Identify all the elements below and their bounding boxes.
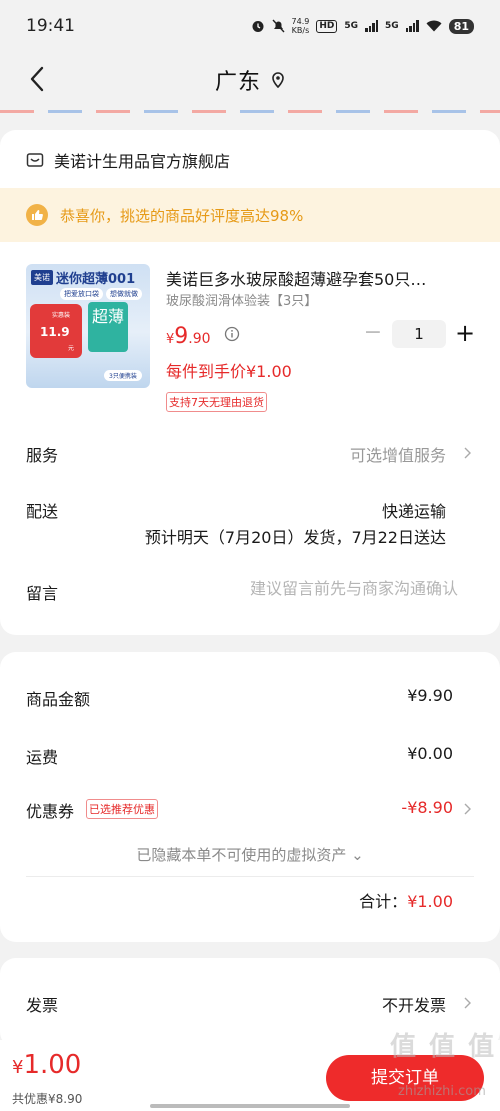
quantity-value[interactable]: 1 <box>392 320 446 348</box>
thumbs-up-icon <box>26 204 48 226</box>
net-speed-unit: KB/s <box>291 26 310 35</box>
shipping-label: 运费 <box>26 748 59 767</box>
invoice-value[interactable]: 不开发票 <box>382 992 446 1016</box>
nav-bar: 广东 <box>0 52 500 108</box>
product-image-tag: 想做就做 <box>106 288 142 300</box>
product-image-tag: 把爱放口袋 <box>60 288 103 300</box>
net-speed: 74.9 KB/s <box>292 17 310 35</box>
unit-final-price: 每件到手价¥1.00 <box>166 362 292 381</box>
product-price: ¥9.90 <box>166 324 211 349</box>
watermark-url: zhizhizhi.com <box>398 1084 486 1099</box>
service-value[interactable]: 可选增值服务 <box>350 442 446 466</box>
mute-icon <box>272 19 285 33</box>
shop-icon <box>26 153 44 167</box>
shop-row[interactable]: 美诺计生用品官方旗舰店 <box>26 148 230 172</box>
battery-indicator: 81 <box>448 18 474 34</box>
alarm-icon <box>252 21 264 32</box>
goods-amount-value: ¥9.90 <box>407 686 453 705</box>
price-integer: 9 <box>174 324 189 349</box>
service-label: 服务 <box>26 446 59 465</box>
page-title: 广东 <box>214 70 261 95</box>
product-image-red-box: 实惠装 11.9 元 <box>30 304 82 358</box>
status-icons: 74.9 KB/s HD 5G 5G 81 <box>251 17 474 35</box>
product-image-footer: 3只便携装 <box>104 370 142 381</box>
praise-banner: 恭喜你，挑选的商品好评度高达98% <box>0 188 500 242</box>
checkout-currency: ¥ <box>12 1057 24 1078</box>
product-image-red-price: 11.9 <box>40 325 70 339</box>
increase-quantity-button[interactable]: + <box>452 321 478 347</box>
shop-name: 美诺计生用品官方旗舰店 <box>54 152 231 171</box>
shipping-value: ¥0.00 <box>407 744 453 763</box>
hidden-assets-toggle[interactable]: 已隐藏本单不可使用的虚拟资产 ⌄ <box>0 844 500 865</box>
total-value: ¥1.00 <box>407 892 453 911</box>
note-input[interactable] <box>168 579 458 598</box>
location-pin-icon[interactable] <box>271 72 285 88</box>
status-time: 19:41 <box>26 16 75 36</box>
coupon-label: 优惠券 <box>26 802 75 821</box>
delivery-eta: 预计明天（7月20日）发货，7月22日送达 <box>144 528 446 547</box>
checkout-total: ¥1.00 <box>12 1050 81 1080</box>
signal-icon-1 <box>365 20 379 32</box>
product-image-red-unit: 元 <box>68 345 75 352</box>
note-label: 留言 <box>26 584 59 603</box>
order-item-card: 美诺计生用品官方旗舰店 恭喜你，挑选的商品好评度高达98% 美诺 迷你超薄001… <box>0 130 500 635</box>
network-type-2: 5G <box>385 21 399 31</box>
chevron-right-icon[interactable] <box>462 802 472 816</box>
coupon-value[interactable]: -¥8.90 <box>401 798 453 817</box>
network-type-1: 5G <box>344 21 359 31</box>
product-image-box: 超薄 <box>88 302 128 352</box>
home-indicator[interactable] <box>150 1104 350 1108</box>
back-arrow-icon <box>30 66 44 92</box>
total-row: 合计：¥1.00 <box>359 888 453 912</box>
decrease-quantity-button[interactable]: − <box>360 321 386 347</box>
fee-summary-card: 商品金额 ¥9.90 运费 ¥0.00 优惠券 已选推荐优惠 -¥8.90 已隐… <box>0 652 500 942</box>
product-image-brand: 美诺 <box>31 270 53 285</box>
product-image-red-label: 实惠装 <box>52 312 71 319</box>
invoice-label: 发票 <box>26 996 59 1015</box>
product-image[interactable]: 美诺 迷你超薄001 把爱放口袋 想做就做 实惠装 11.9 元 超薄 3只便携… <box>26 264 150 388</box>
total-label: 合计： <box>359 892 408 911</box>
watermark: 值 值 值 <box>390 1032 497 1062</box>
delivery-method[interactable]: 快递运输 <box>382 498 446 522</box>
chevron-right-icon[interactable] <box>462 446 472 460</box>
info-icon[interactable] <box>224 326 240 342</box>
checkout-discount: 共优惠¥8.90 <box>12 1092 83 1106</box>
banner-text: 恭喜你，挑选的商品好评度高达98% <box>60 206 304 225</box>
wifi-icon <box>426 20 442 32</box>
checkout-amount: 1.00 <box>23 1050 82 1080</box>
delivery-label: 配送 <box>26 502 59 521</box>
return-policy-badge: 支持7天无理由退货 <box>166 392 267 412</box>
chevron-right-icon[interactable] <box>462 996 472 1010</box>
product-name[interactable]: 美诺巨多水玻尿酸超薄避孕套50只… <box>166 266 466 290</box>
quantity-stepper: − 1 + <box>360 320 478 348</box>
divider <box>26 876 474 877</box>
address-envelope-stripe <box>0 110 500 113</box>
hd-badge: HD <box>316 19 338 33</box>
back-button[interactable] <box>26 64 50 94</box>
status-bar: 19:41 74.9 KB/s HD 5G 5G 81 <box>0 0 500 52</box>
net-speed-value: 74.9 <box>291 17 310 26</box>
goods-amount-label: 商品金额 <box>26 690 91 709</box>
product-image-title: 迷你超薄001 <box>56 272 136 287</box>
coupon-tag: 已选推荐优惠 <box>86 799 158 819</box>
price-decimal: .90 <box>188 331 211 347</box>
signal-icon-2 <box>405 20 419 32</box>
product-spec[interactable]: 玻尿酸润滑体验装【3只】 <box>166 290 317 309</box>
